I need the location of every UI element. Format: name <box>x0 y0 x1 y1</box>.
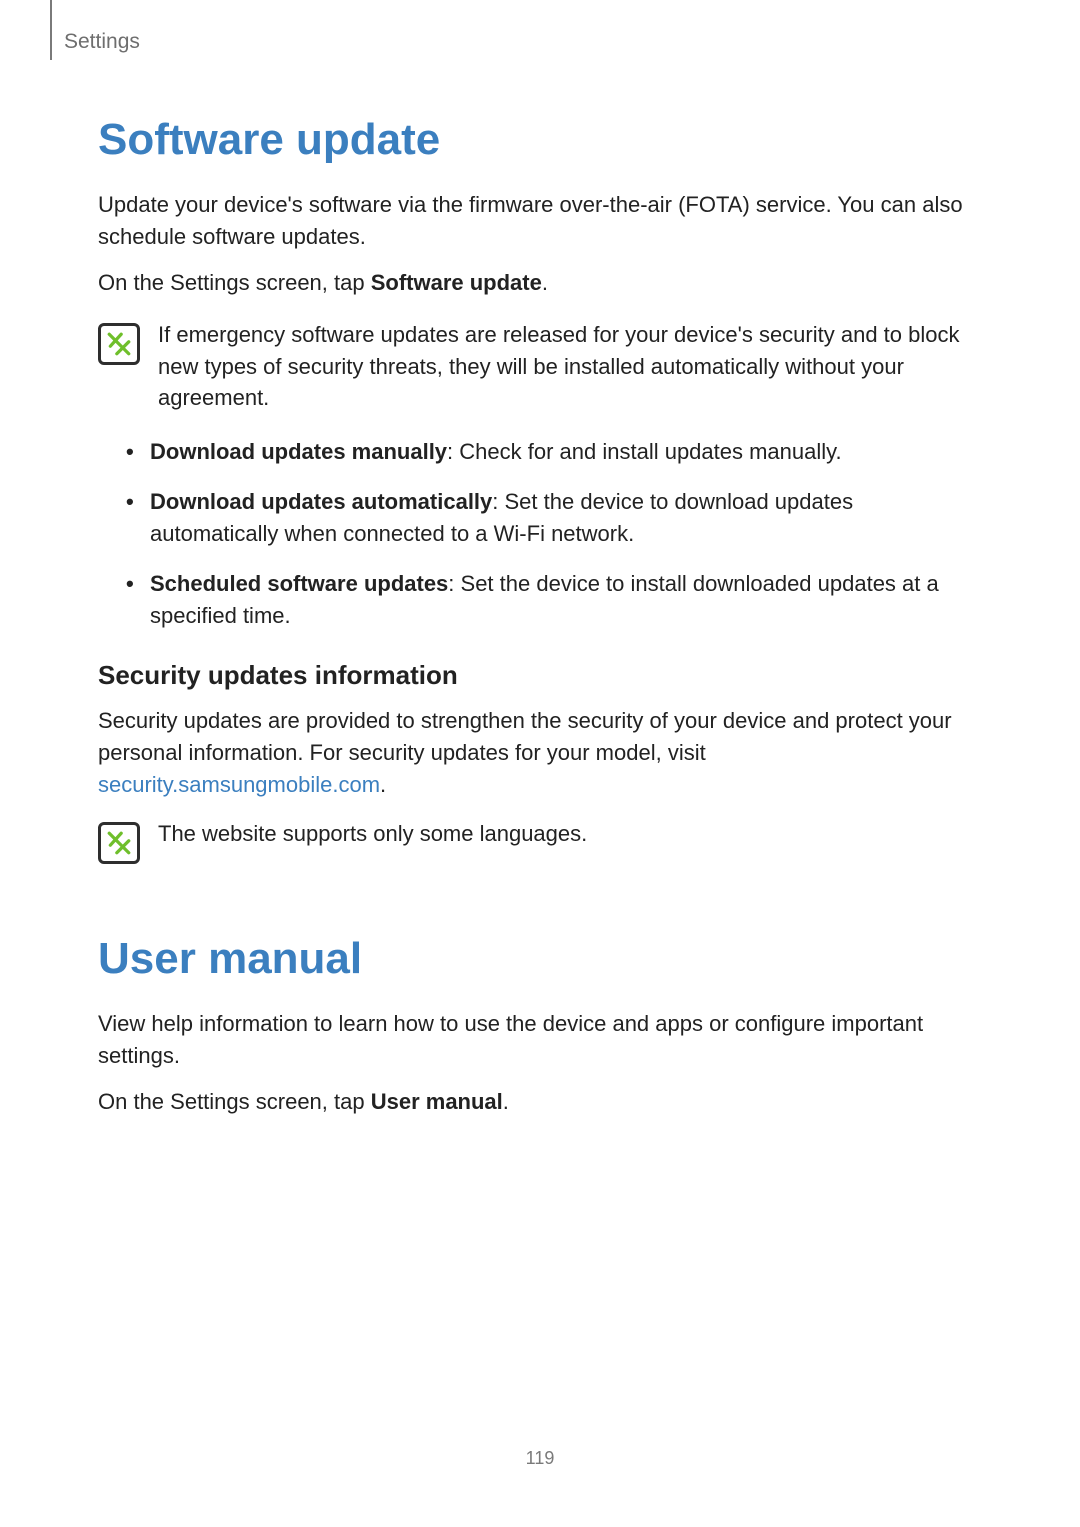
software-instruction: On the Settings screen, tap Software upd… <box>98 267 982 299</box>
software-instruction-prefix: On the Settings screen, tap <box>98 270 371 295</box>
document-page: Settings Software update Update your dev… <box>0 0 1080 1527</box>
user-manual-instruction: On the Settings screen, tap User manual. <box>98 1086 982 1118</box>
bullet-bold: Scheduled software updates <box>150 571 448 596</box>
user-manual-instruction-prefix: On the Settings screen, tap <box>98 1089 371 1114</box>
subheading-security-info: Security updates information <box>98 660 982 691</box>
page-content: Software update Update your device's sof… <box>70 115 1010 1118</box>
software-intro: Update your device's software via the fi… <box>98 189 982 253</box>
list-item: Scheduled software updates: Set the devi… <box>126 568 982 632</box>
list-item: Download updates manually: Check for and… <box>126 436 982 468</box>
heading-user-manual: User manual <box>98 934 982 984</box>
user-manual-instruction-suffix: . <box>503 1089 509 1114</box>
security-prefix: Security updates are provided to strengt… <box>98 708 952 765</box>
note-website-languages: The website supports only some languages… <box>98 818 982 864</box>
header-tab: Settings <box>50 10 140 60</box>
note-text-2: The website supports only some languages… <box>158 818 587 850</box>
note-security-updates: If emergency software updates are releas… <box>98 319 982 415</box>
security-paragraph: Security updates are provided to strengt… <box>98 705 982 801</box>
note-icon <box>98 822 140 864</box>
section-breadcrumb: Settings <box>64 30 140 54</box>
list-item: Download updates automatically: Set the … <box>126 486 982 550</box>
note-icon <box>98 323 140 365</box>
software-instruction-suffix: . <box>542 270 548 295</box>
header-divider <box>50 0 52 60</box>
bullet-bold: Download updates automatically <box>150 489 492 514</box>
page-number: 119 <box>0 1448 1080 1469</box>
software-bullet-list: Download updates manually: Check for and… <box>98 436 982 631</box>
user-manual-intro: View help information to learn how to us… <box>98 1008 982 1072</box>
security-suffix: . <box>380 772 386 797</box>
user-manual-instruction-bold: User manual <box>371 1089 503 1114</box>
software-instruction-bold: Software update <box>371 270 542 295</box>
heading-software-update: Software update <box>98 115 982 165</box>
bullet-text: : Check for and install updates manually… <box>447 439 842 464</box>
note-text-1: If emergency software updates are releas… <box>158 319 982 415</box>
bullet-bold: Download updates manually <box>150 439 447 464</box>
security-link[interactable]: security.samsungmobile.com <box>98 772 380 797</box>
